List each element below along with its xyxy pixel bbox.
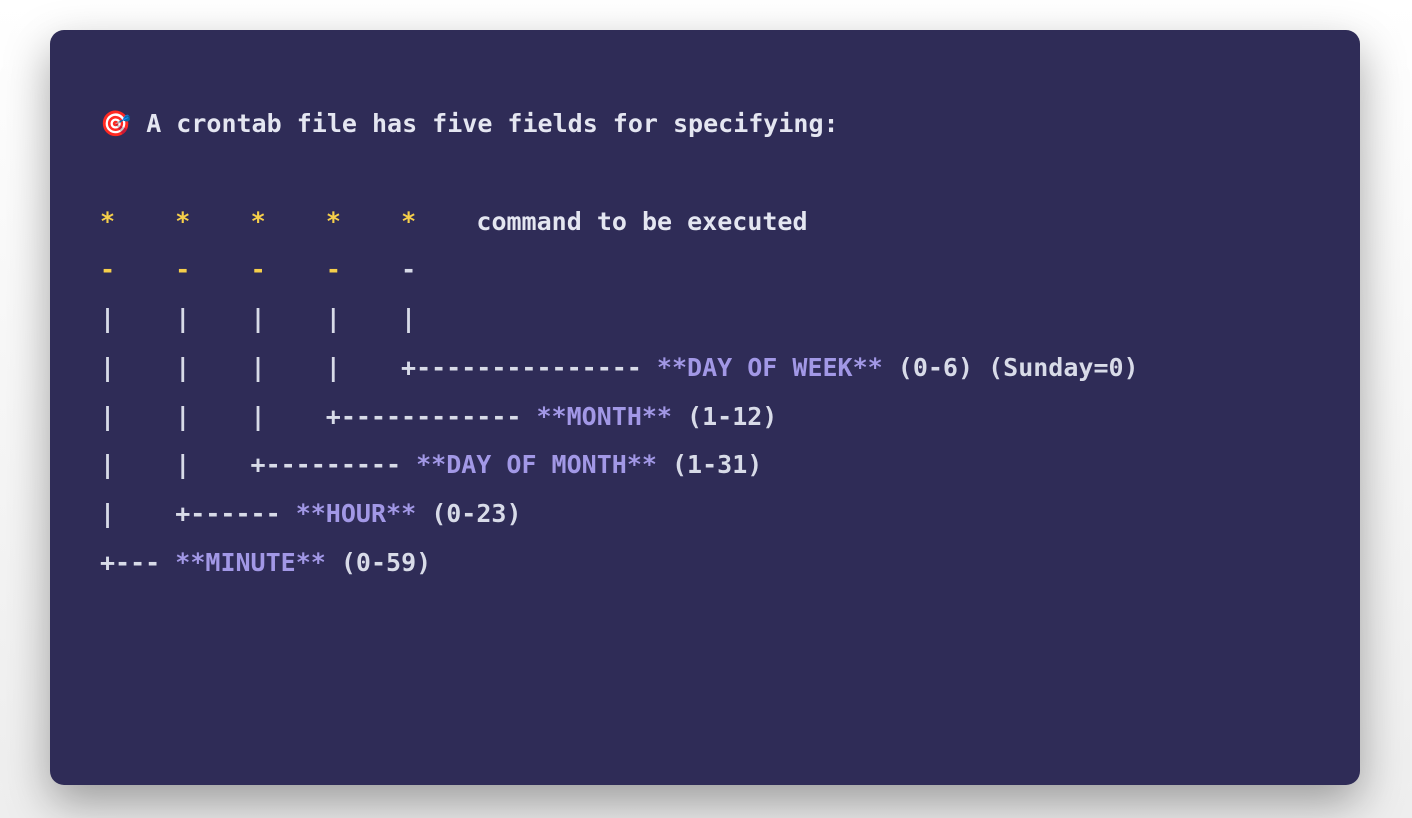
dash1: - [100, 255, 115, 284]
star5: * [401, 207, 416, 236]
dash2: - [175, 255, 190, 284]
dash5: - [401, 255, 416, 284]
dom-star-l: ** [416, 450, 446, 479]
min-range: (0-59) [341, 548, 431, 577]
star4: * [326, 207, 341, 236]
command-label: command to be executed [476, 207, 807, 236]
star1: * [100, 207, 115, 236]
month-stem: | | | +------------ [100, 402, 521, 431]
dom-name: DAY OF MONTH [446, 450, 627, 479]
hour-range: (0-23) [431, 499, 521, 528]
min-star-r: ** [296, 548, 326, 577]
hour-star-l: ** [296, 499, 326, 528]
hour-stem: | +------ [100, 499, 281, 528]
dash4: - [326, 255, 341, 284]
dow-stem: | | | | +--------------- [100, 353, 642, 382]
dow-star-l: ** [657, 353, 687, 382]
month-name: MONTH [567, 402, 642, 431]
dow-range: (0-6) (Sunday=0) [898, 353, 1139, 382]
min-star-l: ** [175, 548, 205, 577]
hour-star-r: ** [386, 499, 416, 528]
star2: * [175, 207, 190, 236]
dow-star-r: ** [853, 353, 883, 382]
dom-stem: | | +--------- [100, 450, 401, 479]
month-star-l: ** [537, 402, 567, 431]
title-text: A crontab file has five fields for speci… [146, 109, 838, 138]
code-card: 🎯 A crontab file has five fields for spe… [50, 30, 1360, 785]
crontab-diagram: 🎯 A crontab file has five fields for spe… [100, 100, 1310, 588]
month-star-r: ** [642, 402, 672, 431]
dash3: - [251, 255, 266, 284]
month-range: (1-12) [687, 402, 777, 431]
min-stem: +--- [100, 548, 160, 577]
dom-star-r: ** [627, 450, 657, 479]
pipe-row-1: | | | | | [100, 304, 416, 333]
dom-range: (1-31) [672, 450, 762, 479]
star3: * [251, 207, 266, 236]
hour-name: HOUR [326, 499, 386, 528]
min-name: MINUTE [205, 548, 295, 577]
dow-name: DAY OF WEEK [687, 353, 853, 382]
target-icon: 🎯 [100, 109, 131, 138]
